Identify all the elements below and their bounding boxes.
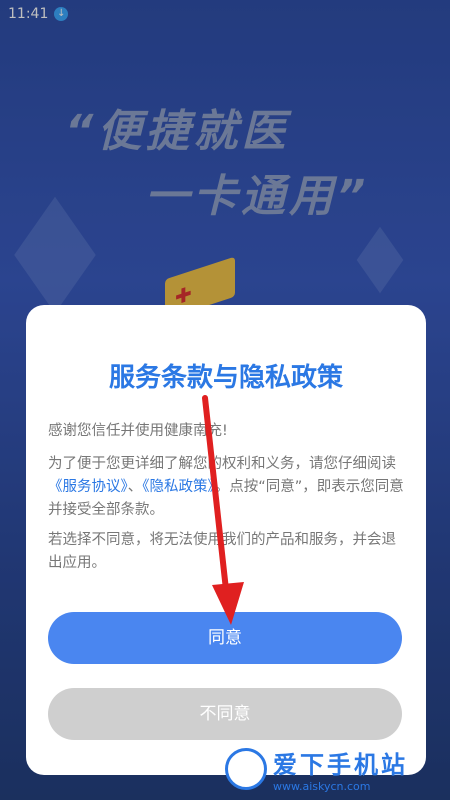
- watermark-title: 爱下手机站: [273, 751, 408, 779]
- watermark: 爱下手机站 www.aiskycn.com: [225, 745, 408, 793]
- watermark-logo-icon: [225, 748, 267, 790]
- watermark-url: www.aiskycn.com: [273, 780, 371, 793]
- annotation-arrow-icon: [202, 395, 244, 625]
